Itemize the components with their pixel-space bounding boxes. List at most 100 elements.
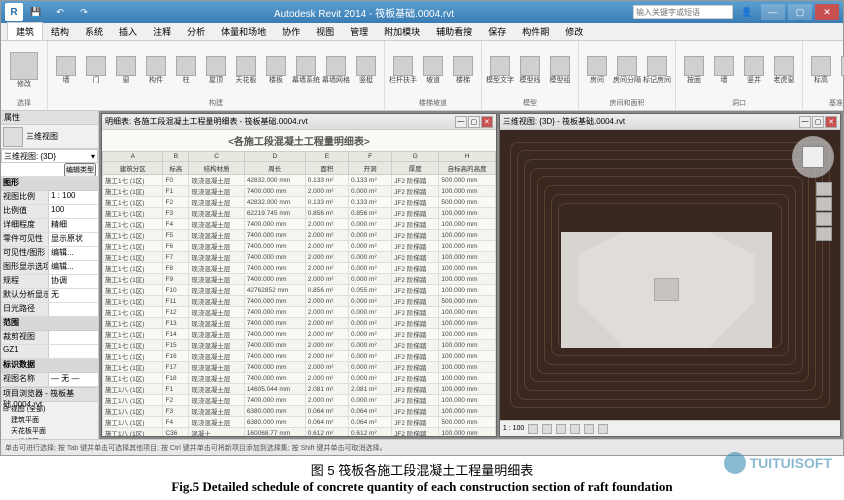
table-cell[interactable]: 施工1七 (1区) [103,230,163,241]
nav-orbit-icon[interactable] [816,227,832,241]
table-cell[interactable]: 42832.000 mm [244,197,305,208]
table-cell[interactable]: 施工1七 (1区) [103,252,163,263]
table-cell[interactable]: JF2 阶梯踏 [392,384,439,395]
table-cell[interactable]: 现浇混凝土层 [189,208,244,219]
ribbon-button[interactable]: 柱 [172,43,200,98]
property-value[interactable]: 显示原状 [49,233,98,246]
table-cell[interactable]: 0.000 m² [348,219,391,230]
table-cell[interactable]: 现浇混凝土层 [189,417,244,428]
table-cell[interactable]: JF2 阶梯踏 [392,307,439,318]
table-cell[interactable]: 0.064 m² [305,417,348,428]
property-row[interactable]: 零件可见性显示原状 [1,233,98,247]
table-cell[interactable]: 2.000 m² [305,395,348,406]
ribbon-tab[interactable]: 插入 [111,23,145,40]
table-cell[interactable]: 500.000 mm [439,417,495,428]
table-cell[interactable]: 100.000 mm [439,406,495,417]
shadows-icon[interactable] [570,424,580,434]
table-cell[interactable]: 0.133 m² [305,197,348,208]
table-cell[interactable]: 2.000 m² [305,219,348,230]
table-cell[interactable]: 100.000 mm [439,230,495,241]
ribbon-button[interactable]: 房间 [583,43,611,98]
table-row[interactable]: 施工1七 (1区)F13现浇混凝土层7400.000 mm2.000 m²0.0… [103,318,496,329]
table-cell[interactable]: 100.000 mm [439,362,495,373]
table-cell[interactable]: F16 [163,351,189,362]
ribbon-button[interactable]: 模型组 [546,43,574,98]
table-cell[interactable]: 2.000 m² [305,274,348,285]
table-row[interactable]: 施工1七 (1区)F4现浇混凝土层7400.000 mm2.000 m²0.00… [103,219,496,230]
table-cell[interactable]: 6380.000 mm [244,417,305,428]
table-cell[interactable]: 0.612 m² [305,428,348,437]
table-cell[interactable]: 2.000 m² [305,263,348,274]
table-cell[interactable]: 现浇混凝土层 [189,197,244,208]
table-cell[interactable]: 100.000 mm [439,384,495,395]
table-cell[interactable]: 0.612 m² [348,428,391,437]
qat-save-icon[interactable]: 💾 [25,4,47,20]
table-cell[interactable]: 0.000 m² [348,241,391,252]
ribbon-tab[interactable]: 体量和场地 [213,23,274,40]
table-cell[interactable]: 500.000 mm [439,197,495,208]
table-cell[interactable]: 2.000 m² [305,318,348,329]
table-cell[interactable]: 7400.000 mm [244,263,305,274]
table-cell[interactable]: 2.000 m² [305,186,348,197]
property-value[interactable]: — 无 — [49,373,98,386]
table-cell[interactable]: 2.000 m² [305,329,348,340]
table-cell[interactable]: JF2 阶梯踏 [392,351,439,362]
table-cell[interactable]: 现浇混凝土层 [189,406,244,417]
view-maximize-button[interactable]: ▢ [812,116,824,128]
column-header[interactable]: 周长 [244,162,305,175]
column-header[interactable]: 标高 [163,162,189,175]
view-minimize-button[interactable]: — [799,116,811,128]
table-row[interactable]: 施工1七 (1区)F16现浇混凝土层7400.000 mm2.000 m²0.0… [103,351,496,362]
ribbon-button[interactable]: 栏杆扶手 [389,43,417,98]
property-row[interactable]: 裁剪视图 [1,331,98,345]
table-cell[interactable]: 100.000 mm [439,186,495,197]
table-cell[interactable]: 100.000 mm [439,351,495,362]
ribbon-tab[interactable]: 管理 [342,23,376,40]
table-cell[interactable]: 2.000 m² [305,362,348,373]
table-cell[interactable]: 100.000 mm [439,395,495,406]
visual-style-icon[interactable] [542,424,552,434]
table-cell[interactable]: 现浇混凝土层 [189,395,244,406]
ribbon-tab[interactable]: 分析 [179,23,213,40]
table-cell[interactable]: 0.133 m² [348,175,391,186]
table-cell[interactable]: 0.856 m² [305,285,348,296]
ribbon-button[interactable]: 按面 [680,43,708,98]
ribbon-tab[interactable]: 结构 [43,23,77,40]
table-cell[interactable]: 施工1七 (1区) [103,263,163,274]
table-row[interactable]: 施工1七 (1区)F10现浇混凝土层42762852 mm0.856 m²0.0… [103,285,496,296]
table-cell[interactable]: 100.000 mm [439,241,495,252]
ribbon-tab[interactable]: 注释 [145,23,179,40]
property-value[interactable] [49,345,98,358]
table-cell[interactable]: 施工1七 (1区) [103,241,163,252]
table-cell[interactable]: 施工1七 (1区) [103,219,163,230]
view-minimize-button[interactable]: — [455,116,467,128]
app-logo-icon[interactable]: R [5,3,23,21]
table-cell[interactable]: 施工1七 (1区) [103,307,163,318]
property-row[interactable]: 视图比例1 : 100 [1,191,98,205]
user-icon[interactable]: 👤 [736,4,758,20]
table-row[interactable]: 施工1七 (1区)F6现浇混凝土层7400.000 mm2.000 m²0.00… [103,241,496,252]
table-cell[interactable]: 施工1七 (1区) [103,175,163,186]
table-cell[interactable]: 现浇混凝土层 [189,241,244,252]
table-cell[interactable]: 0.133 m² [305,175,348,186]
table-cell[interactable]: F18 [163,373,189,384]
table-cell[interactable]: 7400.000 mm [244,186,305,197]
table-cell[interactable]: 0.000 m² [348,296,391,307]
table-cell[interactable]: 7400.000 mm [244,252,305,263]
table-cell[interactable]: 现浇混凝土层 [189,351,244,362]
table-cell[interactable]: 0.000 m² [348,362,391,373]
table-cell[interactable]: 2.000 m² [305,252,348,263]
table-cell[interactable]: 2.000 m² [305,340,348,351]
table-row[interactable]: 施工1七 (1区)F7现浇混凝土层7400.000 mm2.000 m²0.00… [103,252,496,263]
table-cell[interactable]: 施工1七 (1区) [103,285,163,296]
tree-item[interactable]: 建筑平面 [3,415,96,426]
table-cell[interactable]: 14605.044 mm [244,384,305,395]
table-row[interactable]: 施工1八 (1区)F1现浇混凝土层14605.044 mm2.081 m²2.0… [103,384,496,395]
ribbon-button[interactable]: 修改 [5,43,43,98]
ribbon-button[interactable]: 竖井 [740,43,768,98]
table-cell[interactable]: JF2 阶梯踏 [392,373,439,384]
table-cell[interactable]: 100.000 mm [439,274,495,285]
table-cell[interactable]: F6 [163,241,189,252]
properties-type-selector[interactable]: 三维视图 [1,125,98,149]
table-cell[interactable]: 现浇混凝土层 [189,230,244,241]
